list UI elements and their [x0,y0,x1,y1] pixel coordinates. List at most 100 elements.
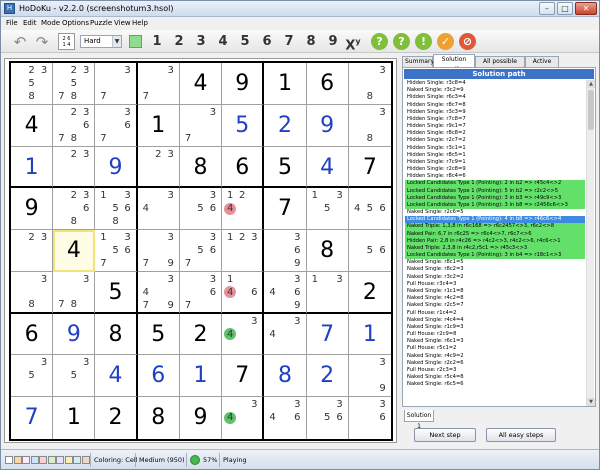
sudoku-cell-r7c3[interactable]: 8 [95,313,138,356]
solution-step-item[interactable]: Full House: r5c1=2 [405,345,585,352]
sudoku-cell-r6c5[interactable]: 36 7 [179,271,223,314]
color-swatch[interactable] [64,456,73,464]
sudoku-cell-r3c5[interactable]: 8 [179,146,223,189]
solution-step-item[interactable]: Hidden Single: r3c8=4 [405,80,585,87]
sudoku-cell-r5c5[interactable]: 356 7 [179,230,223,272]
color-square-icon[interactable] [129,35,142,48]
sudoku-cell-r4c5[interactable]: 356 [179,188,223,231]
minimize-button[interactable]: – [539,2,555,15]
solution-step-item[interactable]: Naked Single: r2c6=5 [405,209,585,216]
sudoku-cell-r2c4[interactable]: 1 [137,104,180,147]
solution-step-item[interactable]: Naked Single: r1c1=8 [405,288,585,295]
color-swatch[interactable] [56,456,64,464]
sudoku-cell-r8c5[interactable]: 1 [179,355,223,398]
step-list-scrollbar[interactable]: ▲ ▼ [586,80,595,406]
solution-step-item[interactable]: Full House: r1c4=2 [405,310,585,317]
solution-step-item[interactable]: Hidden Single: r7c9=1 [405,159,585,166]
sudoku-cell-r9c2[interactable]: 1 [53,397,96,439]
scroll-up-icon[interactable]: ▲ [587,80,595,88]
menu-view[interactable]: View [114,17,131,30]
difficulty-select[interactable]: Hard ▼ [80,35,122,48]
color-swatch[interactable] [13,456,22,464]
digit-filter-1[interactable]: 1 [149,33,165,50]
digit-filter-9[interactable]: 9 [325,33,341,50]
solution-step-item[interactable]: Locked Candidates Type 1 (Pointing): 3 i… [405,201,585,210]
digit-filter-5[interactable]: 5 [237,33,253,50]
sudoku-cell-r8c2[interactable]: 35 [53,355,96,398]
sudoku-cell-r1c9[interactable]: 38 [348,63,391,105]
sudoku-cell-r1c4[interactable]: 37 [137,63,180,105]
sudoku-cell-r7c6[interactable]: 34 [222,313,265,356]
solution-step-item[interactable]: Full House: r2c9=8 [405,331,585,338]
solution-step-item[interactable]: Hidden Single: r6c3=4 [405,94,585,101]
sudoku-cell-r2c5[interactable]: 37 [179,104,223,147]
sudoku-cell-r6c9[interactable]: 2 [348,271,391,314]
sudoku-cell-r8c9[interactable]: 39 [348,355,391,398]
accept-step-icon[interactable]: ✓ [437,33,454,50]
sudoku-cell-r8c4[interactable]: 6 [137,355,180,398]
solution-step-item[interactable]: Naked Triple: 2,3,8 in r4c2,r5c1 => r45c… [405,244,585,253]
color-swatch[interactable] [30,456,39,464]
color-swatch[interactable] [73,456,81,464]
sudoku-cell-r2c9[interactable]: 38 [348,104,391,147]
sudoku-cell-r5c7[interactable]: 369 [264,230,307,272]
solution-step-item[interactable]: Naked Single: r4c2=8 [405,295,585,302]
solution-step-item[interactable]: Hidden Single: r2c7=2 [405,137,585,144]
sudoku-cell-r6c6[interactable]: 14 6 [222,271,265,314]
menu-help[interactable]: Help [132,17,148,30]
sudoku-cell-r4c6[interactable]: 124 [222,188,265,231]
color-swatch[interactable] [22,456,30,464]
sudoku-cell-r2c3[interactable]: 36 7 [95,104,138,147]
hint-level1-icon[interactable]: ? [371,33,388,50]
tab-solution-path[interactable]: Solution path [433,54,475,73]
solution-step-item[interactable]: Naked Single: r3c2=2 [405,274,585,281]
solution-step-item[interactable]: Hidden Single: r3c3=9 [405,109,585,116]
sudoku-cell-r7c5[interactable]: 2 [179,313,223,356]
sudoku-cell-r5c2[interactable]: 4 [53,230,96,272]
sudoku-cell-r4c1[interactable]: 9 [11,188,54,231]
sudoku-cell-r6c1[interactable]: 38 [11,271,54,314]
sudoku-cell-r1c6[interactable]: 9 [222,63,265,105]
color-swatch[interactable] [39,456,47,464]
tab-solution-1[interactable]: Solution 1 [404,410,434,430]
sudoku-cell-r2c7[interactable]: 2 [264,104,307,147]
solution-step-item[interactable]: Hidden Pair: 2,8 in r4c26 => r4c2<>3, r4… [405,237,585,245]
hint-level2-icon[interactable]: ? [393,33,410,50]
sudoku-cell-r9c4[interactable]: 8 [137,397,180,439]
sudoku-cell-r7c7[interactable]: 34 [264,313,307,356]
sudoku-cell-r7c1[interactable]: 6 [11,313,54,356]
sudoku-cell-r6c3[interactable]: 5 [95,271,138,314]
sudoku-cell-r3c7[interactable]: 5 [264,146,307,189]
sudoku-cell-r6c7[interactable]: 3 4 69 [264,271,307,314]
maximize-button[interactable]: □ [557,2,573,15]
show-step-icon[interactable]: ! [415,33,432,50]
sudoku-cell-r3c4[interactable]: 23 [137,146,180,189]
solution-step-item[interactable]: Naked Single: r6c5=6 [405,381,585,388]
sudoku-cell-r9c5[interactable]: 9 [179,397,223,439]
sudoku-cell-r2c8[interactable]: 9 [306,104,349,147]
sudoku-cell-r2c2[interactable]: 236 78 [53,104,96,147]
sudoku-cell-r4c9[interactable]: 456 [348,188,391,231]
sudoku-cell-r3c2[interactable]: 23 [53,146,96,189]
sudoku-cell-r6c2[interactable]: 3 78 [53,271,96,314]
sudoku-cell-r5c3[interactable]: 1 356 7 [95,230,138,272]
digit-filter-3[interactable]: 3 [193,33,209,50]
sudoku-cell-r5c1[interactable]: 23 [11,230,54,272]
sudoku-cell-r3c6[interactable]: 6 [222,146,265,189]
solution-step-item[interactable]: Full House: r2c3=3 [405,367,585,374]
bivalue-filter-button[interactable]: Xy [345,33,361,53]
solution-step-item[interactable]: Hidden Single: r9c1=7 [405,123,585,130]
solution-step-item[interactable]: Naked Single: r6c1=3 [405,338,585,345]
sudoku-cell-r8c7[interactable]: 8 [264,355,307,398]
digit-filter-2[interactable]: 2 [171,33,187,50]
color-swatch[interactable] [5,456,13,464]
sudoku-cell-r1c3[interactable]: 37 [95,63,138,105]
sudoku-cell-r7c8[interactable]: 7 [306,313,349,356]
sudoku-cell-r1c2[interactable]: 23578 [53,63,96,105]
sudoku-cell-r7c2[interactable]: 9 [53,313,96,356]
menu-edit[interactable]: Edit [23,17,37,30]
solution-step-item[interactable]: Hidden Single: r8c5=1 [405,152,585,159]
solution-step-item[interactable]: Hidden Single: r3c1=1 [405,145,585,152]
solution-step-item[interactable]: Full House: r3c4=3 [405,281,585,288]
redo-icon[interactable]: ↷ [33,33,51,51]
